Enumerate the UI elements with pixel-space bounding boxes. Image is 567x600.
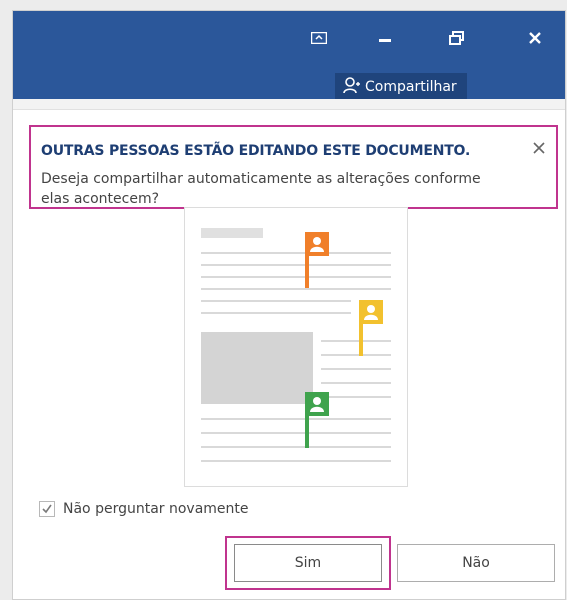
doc-line — [201, 288, 391, 290]
green-person-flag-icon — [305, 392, 329, 452]
ribbon-display-icon[interactable] — [297, 21, 341, 55]
document-illustration — [184, 207, 408, 487]
doc-line — [201, 418, 391, 420]
doc-line — [201, 446, 391, 448]
doc-line — [201, 300, 351, 302]
checkmark-icon — [42, 504, 52, 514]
doc-line — [201, 252, 391, 254]
doc-line — [201, 312, 351, 314]
minimize-icon[interactable] — [363, 21, 407, 55]
doc-line — [321, 382, 391, 384]
yellow-person-flag-icon — [359, 300, 383, 360]
notification-title: OUTRAS PESSOAS ESTÃO EDITANDO ESTE DOCUM… — [41, 143, 471, 159]
yes-button[interactable]: Sim — [234, 544, 382, 582]
doc-image-placeholder — [201, 332, 313, 404]
doc-line — [321, 368, 391, 370]
close-notification-icon[interactable] — [530, 139, 548, 157]
doc-line — [201, 276, 391, 278]
orange-person-flag-icon — [305, 232, 329, 292]
share-button-label: Compartilhar — [365, 79, 457, 95]
notification-message: Deseja compartilhar automaticamente as a… — [41, 171, 481, 207]
sharing-dialog-window: Compartilhar OUTRAS PESSOAS ESTÃO EDITAN… — [12, 10, 566, 600]
coauthoring-notification: OUTRAS PESSOAS ESTÃO EDITANDO ESTE DOCUM… — [29, 125, 558, 209]
doc-line — [201, 460, 391, 462]
ribbon-strip — [13, 99, 565, 110]
share-button[interactable]: Compartilhar — [335, 73, 467, 101]
dont-ask-again-checkbox[interactable]: Não perguntar novamente — [39, 501, 249, 517]
restore-window-icon[interactable] — [435, 21, 479, 55]
checkbox-box[interactable] — [39, 501, 55, 517]
doc-line — [321, 396, 391, 398]
title-bar: Compartilhar — [13, 11, 565, 101]
person-share-icon — [343, 76, 361, 98]
doc-line — [201, 432, 391, 434]
close-icon[interactable] — [513, 21, 557, 55]
doc-heading-block — [201, 228, 263, 238]
doc-line — [201, 264, 391, 266]
no-button[interactable]: Não — [397, 544, 555, 582]
checkbox-label: Não perguntar novamente — [63, 501, 249, 517]
